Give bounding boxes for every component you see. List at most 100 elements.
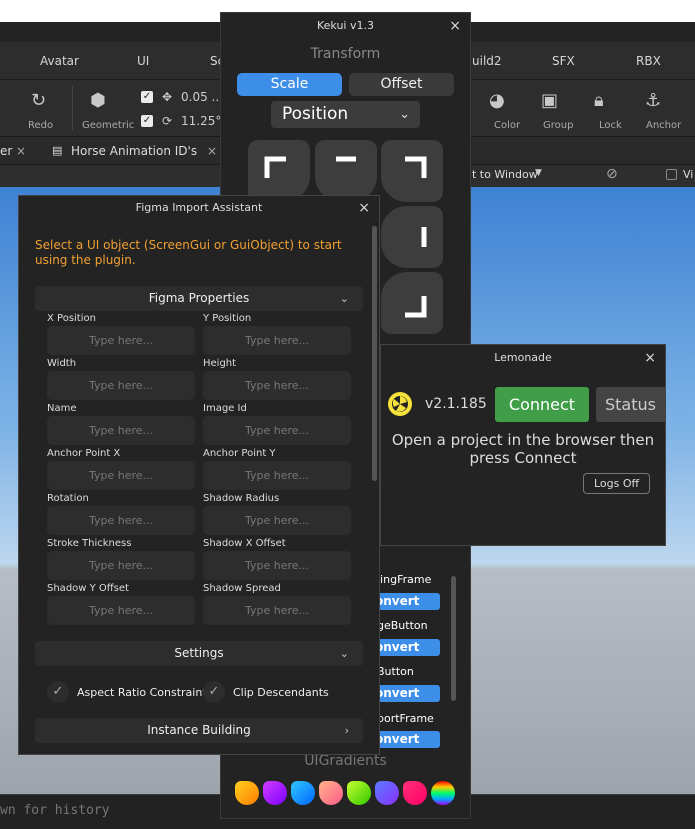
gradient-swatch[interactable] (263, 781, 287, 805)
status-button[interactable]: Status (596, 387, 666, 422)
group-icon[interactable]: ▣ (541, 90, 558, 111)
clip-descendants-label: Clip Descendants (233, 686, 329, 699)
doc-tab-partial[interactable]: er (0, 144, 12, 158)
anchor-point-x-input[interactable]: Type here... (47, 461, 195, 490)
shadow-y-offset-input[interactable]: Type here... (47, 596, 195, 625)
gradient-swatch[interactable] (235, 781, 259, 805)
close-icon[interactable]: × (449, 13, 461, 39)
convert-button[interactable]: onvert (371, 593, 440, 610)
field-label: Image Id (203, 403, 247, 414)
move-snap-checkbox[interactable]: ✓ (141, 91, 153, 103)
version-label: v2.1.185 (425, 396, 487, 412)
corner-bottom-right-icon (405, 296, 427, 318)
lemonade-panel: Lemonade × v2.1.185 Connect Status Open … (380, 344, 666, 546)
tab-rbx[interactable]: RBX (636, 54, 661, 68)
anchor-icon[interactable]: ⚓︎ (645, 90, 661, 111)
gradient-swatch[interactable] (403, 781, 427, 805)
settings-label: Settings (174, 646, 224, 660)
anchor-top-right-button[interactable] (381, 140, 443, 202)
convert-button[interactable]: onvert (371, 685, 440, 702)
offset-button[interactable]: Offset (349, 73, 454, 96)
logs-toggle-button[interactable]: Logs Off (583, 473, 650, 494)
rotate-snap-checkbox[interactable]: ✓ (141, 115, 153, 127)
image-id-input[interactable]: Type here... (203, 416, 351, 445)
lock-label: Lock (599, 120, 622, 131)
kekui-titlebar: Kekui v1.3 × (221, 13, 470, 39)
shadow-spread-input[interactable]: Type here... (203, 596, 351, 625)
instance-building-label: Instance Building (147, 723, 251, 737)
x-position-input[interactable]: Type here... (47, 326, 195, 355)
transform-label: Transform (310, 46, 381, 62)
aspect-ratio-checkbox[interactable]: ✓ (47, 681, 69, 703)
lock-icon[interactable]: 🔒︎ (594, 90, 604, 111)
scrollbar[interactable] (451, 576, 456, 701)
aspect-ratio-label: Aspect Ratio Constraint (77, 686, 207, 699)
connect-button[interactable]: Connect (495, 387, 589, 422)
edge-top-icon (336, 156, 356, 162)
y-position-input[interactable]: Type here... (203, 326, 351, 355)
convert-button[interactable]: onvert (371, 731, 440, 748)
tab-sfx[interactable]: SFX (552, 54, 575, 68)
scale-button[interactable]: Scale (237, 73, 342, 96)
doc-tab-horse[interactable]: Horse Animation ID's (71, 144, 197, 158)
chevron-down-icon: ▼ (535, 168, 542, 178)
gradient-swatch[interactable] (291, 781, 315, 805)
geometric-label: Geometric (82, 120, 135, 131)
fit-to-window-dropdown[interactable]: t to Window (472, 168, 538, 181)
close-icon[interactable]: × (207, 144, 217, 158)
uigradients-label: UIGradients (304, 753, 387, 769)
shadow-x-offset-input[interactable]: Type here... (203, 551, 351, 580)
redo-icon[interactable]: ↻ (31, 90, 46, 111)
close-icon[interactable]: × (16, 144, 26, 158)
gradient-swatch[interactable] (431, 781, 455, 805)
close-icon[interactable]: × (644, 345, 656, 371)
lemonade-title: Lemonade (494, 351, 552, 364)
close-icon[interactable]: × (358, 196, 370, 220)
tab-build2[interactable]: uild2 (472, 54, 502, 68)
gradient-swatch[interactable] (319, 781, 343, 805)
position-select-value: Position (282, 104, 349, 124)
settings-header[interactable]: Settings ⌄ (35, 641, 363, 666)
move-snap-value[interactable]: 0.05 ... (181, 90, 223, 104)
selection-notice: Select a UI object (ScreenGui or GuiObje… (35, 238, 342, 267)
rotate-lock-icon[interactable]: ⊘ (606, 166, 618, 182)
chevron-down-icon: ⌄ (339, 647, 349, 660)
field-label: Shadow Y Offset (47, 583, 129, 594)
geometric-icon[interactable]: ⬢ (90, 90, 106, 111)
anchor-top-center-button[interactable] (315, 140, 377, 202)
field-label: Shadow Spread (203, 583, 281, 594)
gradient-swatch[interactable] (375, 781, 399, 805)
tab-avatar[interactable]: Avatar (40, 54, 79, 68)
anchor-top-left-button[interactable] (248, 140, 310, 202)
color-icon[interactable]: ◕ (489, 90, 505, 111)
scrollbar[interactable] (372, 226, 377, 481)
group-label: Group (543, 120, 574, 131)
anchor-middle-right-button[interactable] (381, 206, 443, 268)
figma-properties-header[interactable]: Figma Properties ⌄ (35, 286, 363, 311)
shadow-radius-input[interactable]: Type here... (203, 506, 351, 535)
view-checkbox[interactable] (666, 169, 677, 180)
figma-properties-label: Figma Properties (148, 291, 250, 305)
position-select[interactable]: Position ⌄ (271, 101, 420, 128)
stroke-thickness-input[interactable]: Type here... (47, 551, 195, 580)
anchor-bottom-right-button[interactable] (381, 272, 443, 334)
move-snap-icon: ✥ (162, 90, 173, 104)
width-input[interactable]: Type here... (47, 371, 195, 400)
chevron-down-icon: ⌄ (339, 292, 349, 305)
instance-building-header[interactable]: Instance Building › (35, 718, 363, 743)
rotate-snap-value[interactable]: 11.25° (181, 114, 221, 128)
field-label: Height (203, 358, 237, 369)
gradient-swatch[interactable] (347, 781, 371, 805)
name-input[interactable]: Type here... (47, 416, 195, 445)
convert-button[interactable]: onvert (371, 639, 440, 656)
anchor-point-y-input[interactable]: Type here... (203, 461, 351, 490)
field-label: Shadow Radius (203, 493, 280, 504)
view-checkbox-label: Vi (683, 168, 694, 181)
color-label: Color (494, 120, 521, 131)
list-item: portFrame (377, 712, 434, 725)
tab-ui[interactable]: UI (137, 54, 149, 68)
height-input[interactable]: Type here... (203, 371, 351, 400)
anchor-label: Anchor (646, 120, 682, 131)
rotation-input[interactable]: Type here... (47, 506, 195, 535)
clip-descendants-checkbox[interactable]: ✓ (203, 681, 225, 703)
